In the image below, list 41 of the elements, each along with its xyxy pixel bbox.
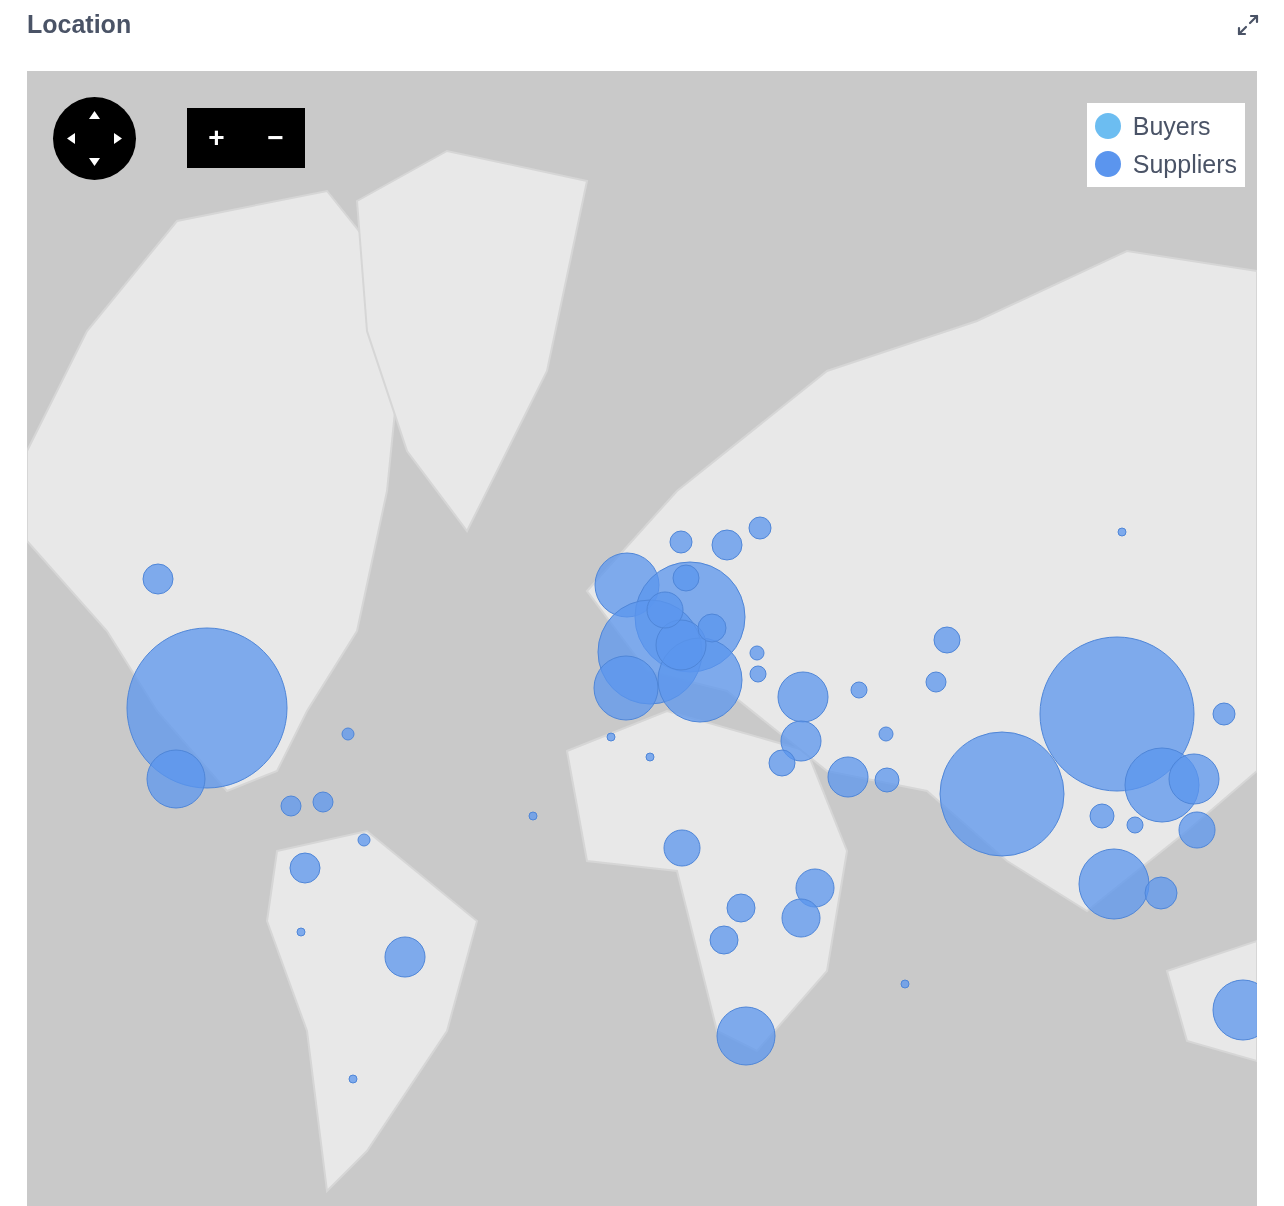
bubble-marker [669,530,693,554]
bubble-marker [874,767,900,793]
bubble-marker [925,671,947,693]
bubble-marker [528,811,538,821]
bubble-marker [709,925,739,955]
legend-label: Suppliers [1132,151,1237,177]
bubble-marker [749,645,765,661]
bubble-marker [827,756,869,798]
bubble-marker [341,727,355,741]
bubble-marker [749,665,767,683]
bubble-marker [142,563,174,595]
bubble-marker [716,1006,776,1066]
bubble-marker [781,898,821,938]
bubble-marker [726,893,756,923]
panel-title: Location [27,9,132,41]
zoom-out-button[interactable]: − [246,108,305,168]
bubble-marker [748,516,772,540]
bubble-marker [296,927,306,937]
bubble-marker [645,752,655,762]
bubble-marker [850,681,868,699]
bubble-marker [777,671,829,723]
legend-label: Buyers [1132,113,1211,139]
bubble-marker [663,829,701,867]
expand-icon[interactable] [1236,13,1260,37]
bubble-marker [1117,527,1127,537]
bubble-marker [1212,979,1257,1041]
bubble-marker [1212,702,1236,726]
pan-arrows-icon [65,109,124,168]
bubble-marker [312,791,334,813]
zoom-in-button[interactable]: + [187,108,246,168]
bubble-marker [606,732,616,742]
bubble-marker [280,795,302,817]
bubble-marker [1089,803,1115,829]
bubble-marker [289,852,321,884]
bubble-marker [878,726,894,742]
bubble-marker [933,626,961,654]
bubble-marker [900,979,910,989]
bubble-marker [795,868,835,908]
bubble-marker [348,1074,358,1084]
bubble-marker [384,936,426,978]
bubble-marker [357,833,371,847]
